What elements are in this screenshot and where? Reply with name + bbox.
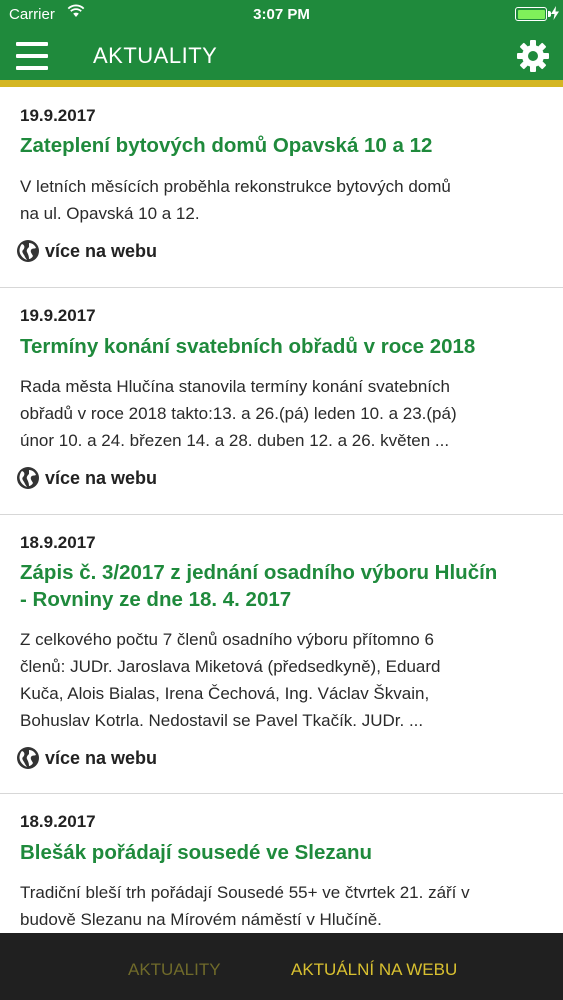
article-title[interactable]: Zateplení bytových domů Opavská 10 a 12 (20, 132, 545, 159)
hamburger-menu-icon[interactable] (16, 42, 48, 70)
page-title: AKTUALITY (93, 43, 218, 68)
article-date: 18.9.2017 (20, 812, 96, 831)
accent-divider (0, 80, 563, 87)
status-bar: Carrier 3:07 PM (0, 0, 563, 30)
list-item[interactable]: 19.9.2017 Zateplení bytových domů Opavsk… (0, 87, 563, 288)
globe-icon (17, 467, 39, 489)
article-summary: V letních měsících proběhla rekonstrukce… (20, 177, 451, 223)
tab-aktualni-na-webu[interactable]: AKTUÁLNÍ NA WEBU (291, 960, 457, 980)
news-list[interactable]: 19.9.2017 Zateplení bytových domů Opavsk… (0, 87, 563, 933)
list-item[interactable]: 18.9.2017 Blešák pořádají sousedé ve Sle… (0, 794, 563, 933)
tab-bar: AKTUALITY AKTUÁLNÍ NA WEBU (0, 933, 563, 1000)
battery-icon (515, 7, 551, 21)
globe-icon (17, 240, 39, 262)
web-link[interactable]: více na webu (16, 466, 157, 490)
globe-icon (17, 747, 39, 769)
status-time: 3:07 PM (253, 6, 310, 23)
navigation-bar: AKTUALITY (0, 30, 563, 80)
article-date: 19.9.2017 (20, 306, 96, 325)
tab-aktuality[interactable]: AKTUALITY (128, 960, 221, 980)
list-item[interactable]: 18.9.2017 Zápis č. 3/2017 z jednání osad… (0, 515, 563, 794)
web-link[interactable]: více na webu (16, 239, 157, 263)
charging-icon (551, 6, 559, 24)
article-title[interactable]: Termíny konání svatebních obřadů v roce … (20, 333, 545, 360)
article-summary: Rada města Hlučína stanovila termíny kon… (20, 377, 457, 450)
article-title[interactable]: Zápis č. 3/2017 z jednání osadního výbor… (20, 559, 545, 613)
article-summary: Tradiční bleší trh pořádají Sousedé 55+ … (20, 883, 470, 929)
gear-icon[interactable] (516, 39, 550, 73)
article-summary: Z celkového počtu 7 členů osadního výbor… (20, 630, 441, 730)
list-item[interactable]: 19.9.2017 Termíny konání svatebních obřa… (0, 288, 563, 515)
article-date: 19.9.2017 (20, 106, 96, 125)
web-link[interactable]: více na webu (16, 746, 157, 770)
article-title[interactable]: Blešák pořádají sousedé ve Slezanu (20, 839, 545, 866)
article-date: 18.9.2017 (20, 533, 96, 552)
